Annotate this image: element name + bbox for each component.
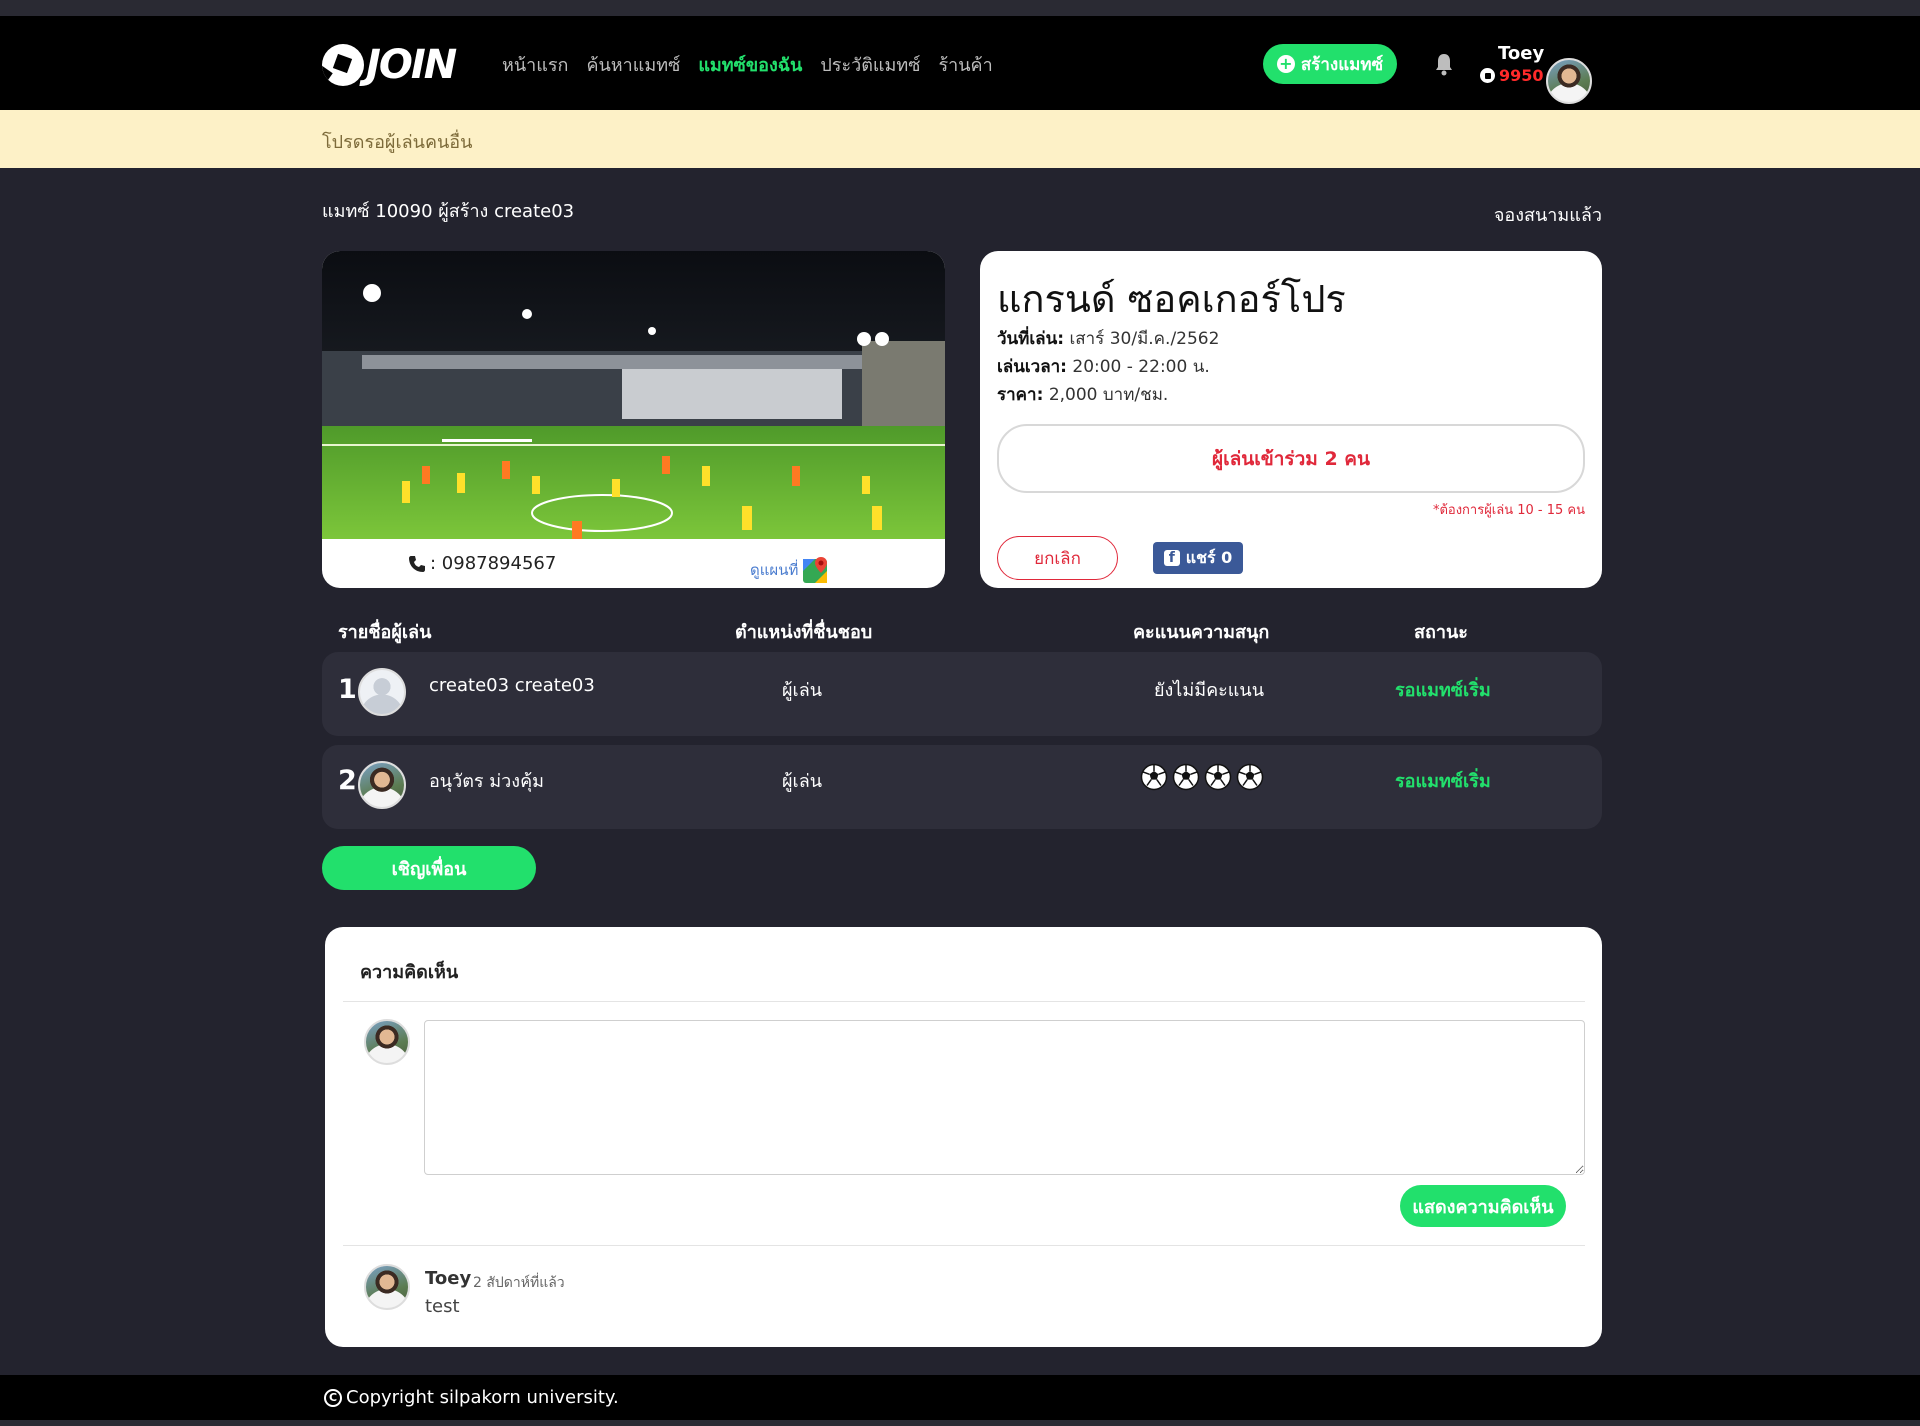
header-fun-score: คะแนนความสนุก [1133, 622, 1270, 643]
user-avatar[interactable] [1546, 58, 1592, 104]
play-time: เล่นเวลา: 20:00 - 22:00 น. [997, 357, 1210, 377]
soccer-ball-logo-icon [322, 44, 364, 86]
navbar: JOIN หน้าแรก ค้นหาแมทซ์ แมทซ์ของฉัน ประว… [0, 16, 1920, 110]
nav-item-search-match[interactable]: ค้นหาแมทซ์ [586, 50, 680, 79]
comment-author-name[interactable]: Toey [425, 1268, 471, 1289]
phone-number-text: : 0987894567 [430, 553, 557, 574]
comment-author-avatar [364, 1264, 410, 1310]
nav-item-match-history[interactable]: ประวัติแมทซ์ [820, 50, 920, 79]
comment-input-avatar [364, 1019, 410, 1065]
header-status: สถานะ [1414, 622, 1468, 643]
divider [343, 1245, 1585, 1246]
share-label: แชร์ 0 [1185, 547, 1233, 567]
nav-item-shop[interactable]: ร้านค้า [938, 50, 992, 79]
required-players-note: *ต้องการผู้เล่น 10 - 15 คน [1432, 503, 1585, 518]
logo-text: JOIN [366, 42, 457, 88]
player-avatar [358, 761, 406, 809]
player-name: create03 create03 [429, 675, 595, 696]
invite-friends-button[interactable]: เชิญเพื่อน [322, 846, 536, 890]
user-name[interactable]: Toey [1498, 43, 1544, 64]
soccer-ball-icon [1204, 763, 1232, 791]
comment-time: 2 สัปดาห์ที่แล้ว [473, 1275, 565, 1291]
price: ราคา: 2,000 บาท/ชม. [997, 385, 1169, 405]
phone-number[interactable]: : 0987894567 [408, 553, 556, 574]
player-position: ผู้เล่น [782, 680, 823, 701]
player-name: อนุวัตร ม่วงคุ้ม [429, 771, 544, 792]
field-card: : 0987894567 ดูแผนที่ [322, 251, 945, 588]
cancel-button[interactable]: ยกเลิก [997, 536, 1118, 580]
create-match-label: สร้างแมทซ์ [1300, 54, 1384, 75]
player-row[interactable]: 2 อนุวัตร ม่วงคุ้ม ผู้เล่น รอแมทซ์เริ่ม [322, 745, 1602, 829]
match-title: แมทซ์ 10090 ผู้สร้าง create03 [322, 201, 575, 222]
nav-item-my-match[interactable]: แมทซ์ของฉัน [698, 50, 802, 79]
user-points-value: 9950 [1499, 66, 1544, 85]
main-nav: หน้าแรก ค้นหาแมทซ์ แมทซ์ของฉัน ประวัติแม… [502, 50, 993, 79]
player-avatar [358, 668, 406, 716]
player-fun-score-balls [1140, 763, 1264, 791]
header-preferred-position: ตำแหน่งที่ชื่นชอบ [735, 622, 873, 643]
phone-icon [409, 555, 425, 572]
facebook-icon: f [1163, 550, 1180, 566]
player-position: ผู้เล่น [782, 771, 823, 792]
notice-banner: โปรดรอผู้เล่นคนอื่น [0, 110, 1920, 168]
player-fun-score: ยังไม่มีคะแนน [1153, 680, 1264, 701]
stadium-name: แกรนด์ ซอคเกอร์โปร [997, 277, 1346, 321]
divider [343, 1001, 1585, 1002]
footer-copyright-text: Copyright silpakorn university. [346, 1387, 619, 1408]
booking-status: จองสนามแล้ว [1493, 205, 1602, 226]
logo[interactable]: JOIN [322, 38, 457, 92]
plus-circle-icon: + [1276, 55, 1295, 73]
footer: C Copyright silpakorn university. [0, 1375, 1920, 1420]
comments-title: ความคิดเห็น [360, 962, 459, 983]
ball-points-icon [1480, 68, 1495, 83]
player-number: 2 [338, 765, 357, 796]
window-bottom-strip [0, 1420, 1920, 1426]
window-top-strip [0, 0, 1920, 16]
post-comment-button[interactable]: แสดงความคิดเห็น [1400, 1185, 1566, 1227]
comment-input[interactable] [424, 1020, 1585, 1175]
nav-item-home[interactable]: หน้าแรก [502, 50, 568, 79]
field-photo [322, 251, 945, 539]
facebook-share-button[interactable]: f แชร์ 0 [1153, 542, 1243, 574]
comments-card: ความคิดเห็น แสดงความคิดเห็น Toey 2 สัปดา… [325, 927, 1602, 1347]
header-player-name: รายชื่อผู้เล่น [338, 622, 432, 643]
user-points: 9950 [1480, 66, 1544, 85]
create-match-button[interactable]: + สร้างแมทซ์ [1263, 44, 1397, 84]
map-link-label: ดูแผนที่ [750, 561, 799, 579]
copyright-icon: C [324, 1388, 342, 1407]
play-date: วันที่เล่น: เสาร์ 30/มี.ค./2562 [997, 329, 1220, 349]
player-status: รอแมทซ์เริ่ม [1395, 680, 1491, 701]
soccer-ball-icon [1140, 763, 1168, 791]
bell-icon[interactable] [1434, 52, 1454, 76]
soccer-ball-icon [1172, 763, 1200, 791]
notice-banner-text: โปรดรอผู้เล่นคนอื่น [322, 132, 473, 153]
match-info-card: แกรนด์ ซอคเกอร์โปร วันที่เล่น: เสาร์ 30/… [980, 251, 1602, 588]
joined-players-count: ผู้เล่นเข้าร่วม 2 คน [997, 424, 1585, 493]
soccer-ball-icon [1236, 763, 1264, 791]
player-number: 1 [338, 674, 357, 705]
map-link[interactable]: ดูแผนที่ [750, 556, 830, 584]
google-maps-icon [803, 557, 828, 583]
footer-copyright: C Copyright silpakorn university. [324, 1387, 619, 1408]
comment-text: test [425, 1296, 460, 1317]
player-status: รอแมทซ์เริ่ม [1395, 771, 1491, 792]
player-row[interactable]: 1 create03 create03 ผู้เล่น ยังไม่มีคะแน… [322, 652, 1602, 736]
